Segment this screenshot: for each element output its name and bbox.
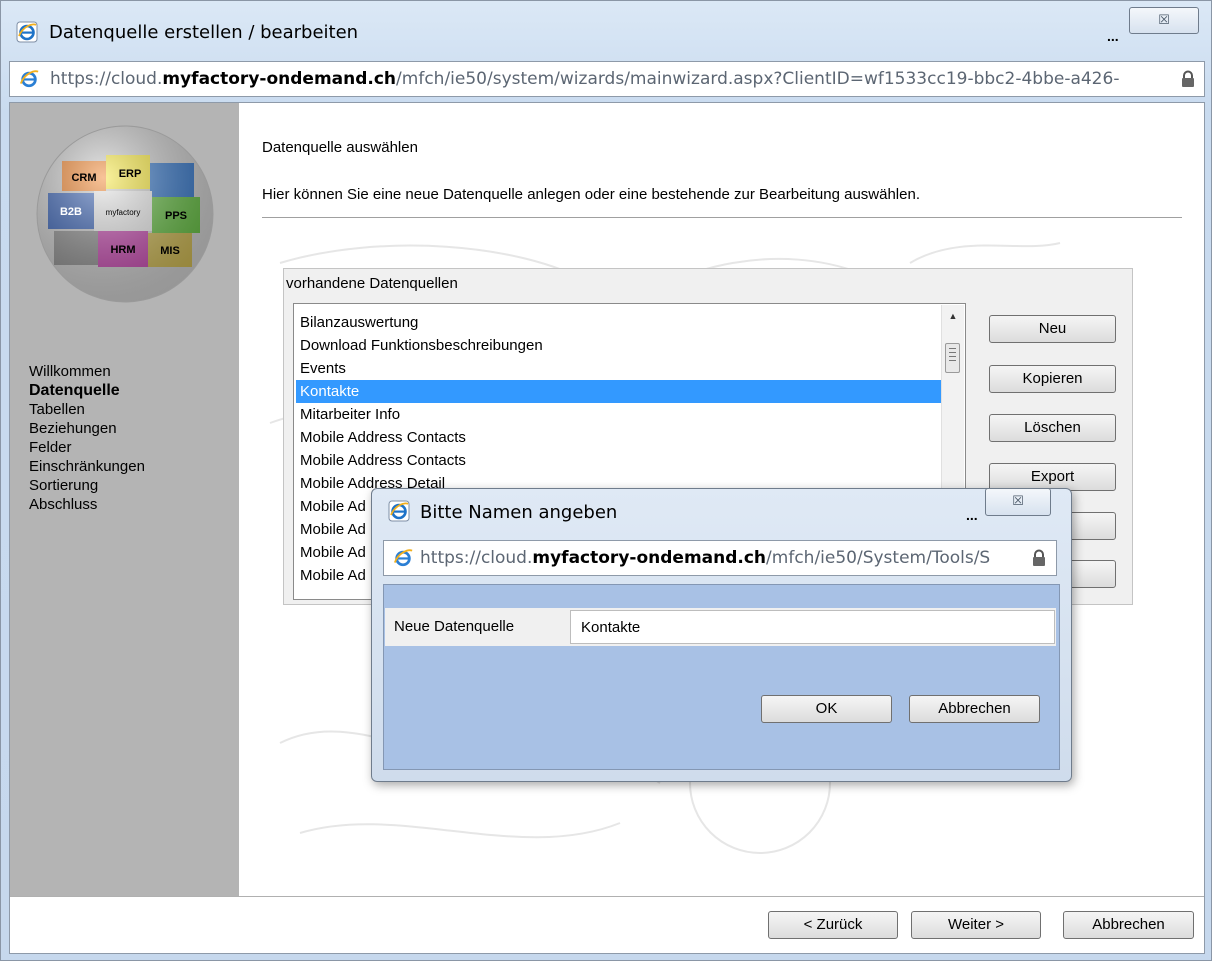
list-item[interactable]: Mitarbeiter Info (296, 403, 941, 426)
delete-button[interactable]: Löschen (989, 414, 1116, 442)
page-title: Datenquelle auswählen (262, 139, 418, 156)
svg-text:CRM: CRM (71, 172, 96, 184)
myfactory-puzzle-globe-logo: CRM ERP B2B myfactory PPS HRM MIS (36, 125, 214, 303)
svg-text:ERP: ERP (119, 168, 142, 180)
svg-text:B2B: B2B (60, 206, 82, 218)
ie-page-icon (392, 548, 414, 568)
nav-step-willkommen[interactable]: Willkommen (29, 362, 145, 381)
new-button[interactable]: Neu (989, 315, 1116, 343)
lock-icon (1031, 549, 1047, 567)
list-item[interactable]: Download Funktionsbeschreibungen (296, 334, 941, 357)
svg-text:PPS: PPS (165, 210, 187, 222)
scroll-up-arrow-icon[interactable]: ▲ (942, 307, 964, 325)
nav-step-sortierung[interactable]: Sortierung (29, 476, 145, 495)
list-item[interactable]: Mobile Address Contacts (296, 426, 941, 449)
wizard-footer: < Zurück Weiter > Abbrechen (10, 896, 1204, 953)
dialog-dots: ... (966, 507, 978, 523)
name-dialog: Bitte Namen angeben ... ☒ https://cloud.… (371, 488, 1072, 782)
nav-step-beziehungen[interactable]: Beziehungen (29, 419, 145, 438)
divider (262, 217, 1182, 218)
ie-page-icon (18, 69, 40, 89)
close-icon: ☒ (1012, 494, 1024, 509)
dialog-address-url: https://cloud.myfactory-ondemand.ch/mfch… (420, 548, 991, 568)
nav-step-abschluss[interactable]: Abschluss (29, 495, 145, 514)
page-description: Hier können Sie eine neue Datenquelle an… (262, 186, 920, 203)
back-button[interactable]: < Zurück (768, 911, 898, 939)
nav-step-einschraenkungen[interactable]: Einschränkungen (29, 457, 145, 476)
dialog-body: Neue Datenquelle OK Abbrechen (383, 584, 1060, 770)
window-close-button[interactable]: ☒ (1129, 7, 1199, 34)
cancel-button[interactable]: Abbrechen (1063, 911, 1194, 939)
dialog-title: Bitte Namen angeben (420, 502, 618, 523)
list-item[interactable]: Events (296, 357, 941, 380)
address-url: https://cloud.myfactory-ondemand.ch/mfch… (50, 69, 1120, 89)
wizard-sidebar: CRM ERP B2B myfactory PPS HRM MIS Willko… (10, 103, 239, 896)
nav-step-felder[interactable]: Felder (29, 438, 145, 457)
list-item[interactable]: Mobile Address Contacts (296, 449, 941, 472)
datasource-name-input[interactable] (570, 610, 1055, 644)
ok-button[interactable]: OK (761, 695, 892, 723)
nav-step-tabellen[interactable]: Tabellen (29, 400, 145, 419)
close-icon: ☒ (1158, 13, 1170, 28)
svg-text:HRM: HRM (110, 244, 135, 256)
list-item-selected[interactable]: Kontakte (296, 380, 941, 403)
copy-button[interactable]: Kopieren (989, 365, 1116, 393)
ie-app-icon (16, 21, 38, 43)
title-bar: Datenquelle erstellen / bearbeiten ... ☒ (1, 1, 1211, 57)
list-item[interactable]: Bilanzauswertung (296, 311, 941, 334)
dialog-close-button[interactable]: ☒ (985, 488, 1051, 516)
dialog-address-bar[interactable]: https://cloud.myfactory-ondemand.ch/mfch… (383, 540, 1057, 576)
svg-text:MIS: MIS (160, 245, 180, 257)
window-title: Datenquelle erstellen / bearbeiten (49, 22, 359, 43)
svg-text:myfactory: myfactory (106, 208, 141, 217)
ie-app-icon (388, 500, 410, 522)
datasource-name-row: Neue Datenquelle (385, 608, 1056, 646)
datasources-group-label: vorhandene Datenquellen (286, 275, 458, 292)
lock-icon (1180, 70, 1196, 88)
scroll-thumb[interactable] (945, 343, 960, 373)
window-dots: ... (1107, 28, 1119, 44)
next-button[interactable]: Weiter > (911, 911, 1041, 939)
nav-step-datenquelle[interactable]: Datenquelle (29, 381, 145, 400)
datasource-name-label: Neue Datenquelle (394, 618, 515, 635)
export-button[interactable]: Export (989, 463, 1116, 491)
wizard-window: Datenquelle erstellen / bearbeiten ... ☒… (0, 0, 1212, 961)
dialog-cancel-button[interactable]: Abbrechen (909, 695, 1040, 723)
wizard-steps-nav: Willkommen Datenquelle Tabellen Beziehun… (29, 362, 145, 514)
address-bar[interactable]: https://cloud.myfactory-ondemand.ch/mfch… (9, 61, 1205, 97)
